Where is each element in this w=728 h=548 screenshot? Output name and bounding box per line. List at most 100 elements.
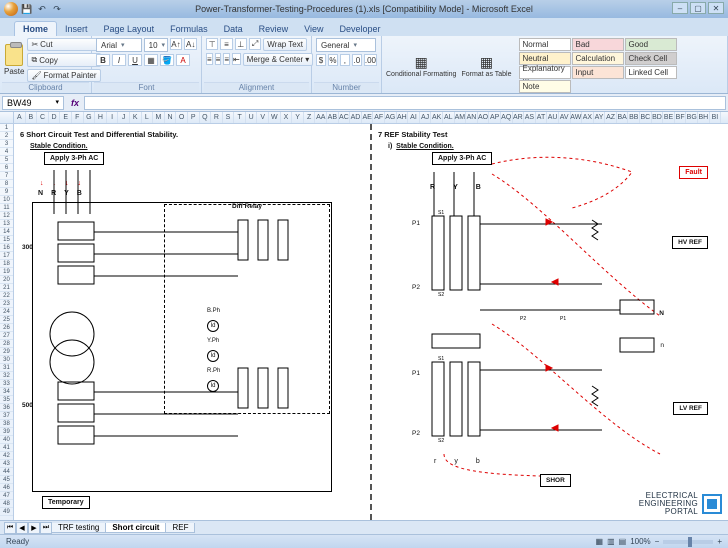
view-layout-icon[interactable]: ▥ <box>607 537 615 546</box>
col-AB[interactable]: AB <box>327 112 339 123</box>
col-AK[interactable]: AK <box>431 112 443 123</box>
align-right-icon[interactable]: ≡ <box>223 53 230 65</box>
col-AX[interactable]: AX <box>582 112 594 123</box>
worksheet[interactable]: 1234567891011121314151617181920212223242… <box>0 124 728 520</box>
col-L[interactable]: L <box>142 112 154 123</box>
cell-styles[interactable]: NormalBadGoodNeutralCalculationCheck Cel… <box>519 38 677 93</box>
row-40[interactable]: 40 <box>0 436 13 444</box>
shrink-font-icon[interactable]: A↓ <box>184 38 197 50</box>
row-9[interactable]: 9 <box>0 188 13 196</box>
view-normal-icon[interactable]: ▦ <box>596 537 604 546</box>
col-AN[interactable]: AN <box>466 112 478 123</box>
align-left-icon[interactable]: ≡ <box>206 53 213 65</box>
row-48[interactable]: 48 <box>0 500 13 508</box>
row-8[interactable]: 8 <box>0 180 13 188</box>
col-Y[interactable]: Y <box>292 112 304 123</box>
col-AA[interactable]: AA <box>315 112 327 123</box>
row-19[interactable]: 19 <box>0 268 13 276</box>
col-K[interactable]: K <box>130 112 142 123</box>
col-BA[interactable]: BA <box>617 112 629 123</box>
row-11[interactable]: 11 <box>0 204 13 212</box>
cell-style-normal[interactable]: Normal <box>519 38 571 51</box>
comma-icon[interactable]: , <box>340 54 350 66</box>
col-BI[interactable]: BI <box>710 112 722 123</box>
row-1[interactable]: 1 <box>0 124 13 132</box>
indent-dec-icon[interactable]: ⇤ <box>232 53 241 65</box>
zoom-in[interactable]: + <box>717 537 722 546</box>
font-name[interactable]: Arial▾ <box>96 38 142 52</box>
row-43[interactable]: 43 <box>0 460 13 468</box>
col-AR[interactable]: AR <box>513 112 525 123</box>
col-P[interactable]: P <box>188 112 200 123</box>
merge-center-button[interactable]: Merge & Center ▾ <box>243 53 313 66</box>
row-47[interactable]: 47 <box>0 492 13 500</box>
dec-dec-icon[interactable]: .00 <box>364 54 377 66</box>
cond-format-icon[interactable]: ▦ <box>415 54 428 71</box>
col-A[interactable]: A <box>14 112 26 123</box>
wrap-text-button[interactable]: Wrap Text <box>263 38 307 51</box>
row-22[interactable]: 22 <box>0 292 13 300</box>
row-12[interactable]: 12 <box>0 212 13 220</box>
cell-style-check-cell[interactable]: Check Cell <box>625 52 677 65</box>
select-all-corner[interactable] <box>0 112 14 123</box>
currency-icon[interactable]: $ <box>316 54 326 66</box>
row-25[interactable]: 25 <box>0 316 13 324</box>
col-N[interactable]: N <box>165 112 177 123</box>
col-Z[interactable]: Z <box>304 112 316 123</box>
row-33[interactable]: 33 <box>0 380 13 388</box>
col-BH[interactable]: BH <box>698 112 710 123</box>
sheet-nav-next[interactable]: ▶ <box>28 522 40 534</box>
row-37[interactable]: 37 <box>0 412 13 420</box>
col-AQ[interactable]: AQ <box>501 112 513 123</box>
row-13[interactable]: 13 <box>0 220 13 228</box>
row-18[interactable]: 18 <box>0 260 13 268</box>
col-W[interactable]: W <box>269 112 281 123</box>
row-5[interactable]: 5 <box>0 156 13 164</box>
col-AM[interactable]: AM <box>455 112 467 123</box>
minimize-button[interactable]: – <box>672 2 688 14</box>
row-26[interactable]: 26 <box>0 324 13 332</box>
sheet-nav-prev[interactable]: ◀ <box>16 522 28 534</box>
col-AL[interactable]: AL <box>443 112 455 123</box>
row-44[interactable]: 44 <box>0 468 13 476</box>
row-7[interactable]: 7 <box>0 172 13 180</box>
col-M[interactable]: M <box>153 112 165 123</box>
row-36[interactable]: 36 <box>0 404 13 412</box>
col-AT[interactable]: AT <box>536 112 548 123</box>
cell-style-note[interactable]: Note <box>519 80 571 93</box>
formula-field[interactable] <box>84 96 726 110</box>
tab-view[interactable]: View <box>296 22 331 36</box>
col-Q[interactable]: Q <box>200 112 212 123</box>
orient-icon[interactable]: ⤢ <box>249 38 261 50</box>
row-49[interactable]: 49 <box>0 508 13 516</box>
save-icon[interactable]: 💾 <box>21 3 33 15</box>
col-AW[interactable]: AW <box>571 112 583 123</box>
cell-style-input[interactable]: Input <box>572 66 624 79</box>
cell-style-calculation[interactable]: Calculation <box>572 52 624 65</box>
row-6[interactable]: 6 <box>0 164 13 172</box>
border-button[interactable]: ▦ <box>144 54 158 66</box>
row-17[interactable]: 17 <box>0 252 13 260</box>
row-2[interactable]: 2 <box>0 132 13 140</box>
col-AU[interactable]: AU <box>547 112 559 123</box>
grow-font-icon[interactable]: A↑ <box>170 38 183 50</box>
col-C[interactable]: C <box>37 112 49 123</box>
col-E[interactable]: E <box>60 112 72 123</box>
tab-home[interactable]: Home <box>14 21 57 36</box>
fill-color-button[interactable]: 🪣 <box>160 54 174 66</box>
row-14[interactable]: 14 <box>0 228 13 236</box>
format-painter-button[interactable]: 🖌 Format Painter <box>27 69 100 82</box>
col-AC[interactable]: AC <box>339 112 351 123</box>
tab-page-layout[interactable]: Page Layout <box>96 22 163 36</box>
zoom-slider[interactable] <box>663 540 713 544</box>
row-20[interactable]: 20 <box>0 276 13 284</box>
col-T[interactable]: T <box>234 112 246 123</box>
col-G[interactable]: G <box>84 112 96 123</box>
cell-style-linked-cell[interactable]: Linked Cell <box>625 66 677 79</box>
row-23[interactable]: 23 <box>0 300 13 308</box>
col-O[interactable]: O <box>176 112 188 123</box>
row-46[interactable]: 46 <box>0 484 13 492</box>
row-35[interactable]: 35 <box>0 396 13 404</box>
sheet-tab-1[interactable]: Short circuit <box>105 523 166 533</box>
col-AD[interactable]: AD <box>350 112 362 123</box>
